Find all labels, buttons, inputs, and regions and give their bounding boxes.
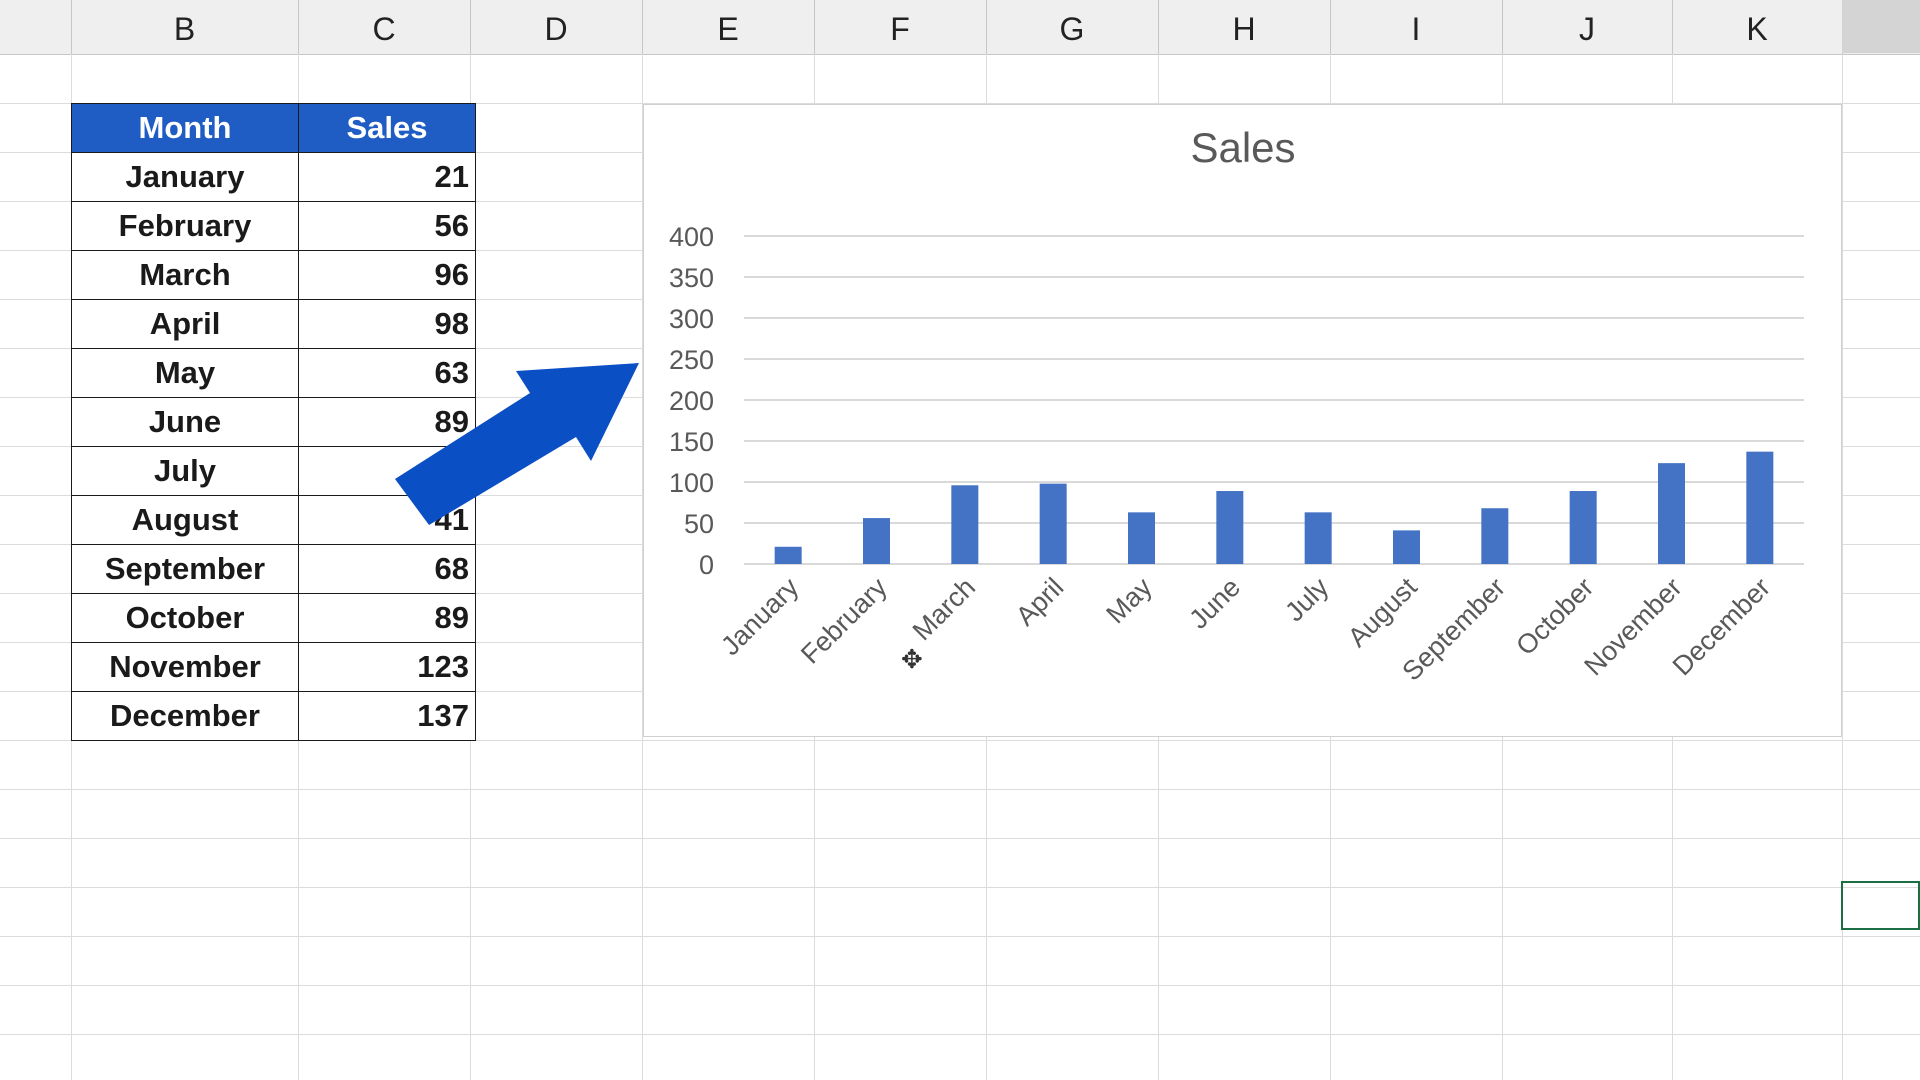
bar-november	[1658, 463, 1685, 564]
column-header-bar: BCDEFGHIJK	[0, 0, 1920, 55]
sales-cell[interactable]: 96	[299, 251, 476, 300]
x-tick-label: February	[795, 572, 893, 670]
y-tick-label: 200	[669, 386, 714, 416]
sales-cell[interactable]: 68	[299, 545, 476, 594]
month-cell[interactable]: January	[72, 153, 299, 202]
y-tick-label: 50	[684, 509, 714, 539]
grid-line-horizontal	[0, 985, 1920, 986]
x-tick-label: December	[1667, 572, 1776, 681]
table-row: September68	[72, 545, 476, 594]
table-row: April98	[72, 300, 476, 349]
month-cell[interactable]: May	[72, 349, 299, 398]
column-header-f[interactable]: F	[814, 0, 986, 54]
column-header-j[interactable]: J	[1502, 0, 1672, 54]
month-cell[interactable]: November	[72, 643, 299, 692]
bar-december	[1746, 452, 1773, 564]
column-header-g[interactable]: G	[986, 0, 1158, 54]
x-tick-label: May	[1100, 572, 1158, 630]
bar-february	[863, 518, 890, 564]
bar-july	[1305, 512, 1332, 564]
sales-cell[interactable]: 137	[299, 692, 476, 741]
month-cell[interactable]: April	[72, 300, 299, 349]
x-tick-label: June	[1183, 572, 1246, 635]
x-tick-label: July	[1279, 572, 1335, 628]
sales-cell[interactable]: 98	[299, 300, 476, 349]
column-header-selected[interactable]	[1842, 0, 1920, 53]
y-tick-label: 400	[669, 222, 714, 252]
sales-cell[interactable]: 89	[299, 594, 476, 643]
column-header-i[interactable]: I	[1330, 0, 1502, 54]
x-tick-label: March	[907, 572, 981, 646]
x-tick-label: April	[1010, 572, 1069, 631]
y-tick-label: 350	[669, 263, 714, 293]
table-header-row: Month Sales	[72, 104, 476, 153]
sales-cell[interactable]: 21	[299, 153, 476, 202]
bar-june	[1216, 491, 1243, 564]
month-cell[interactable]: July	[72, 447, 299, 496]
bar-may	[1128, 512, 1155, 564]
y-tick-label: 150	[669, 427, 714, 457]
y-tick-label: 0	[699, 550, 714, 580]
sales-chart[interactable]: Sales 0 50 100 150 200 250 300 350 400 JanuaryFebr…	[643, 104, 1842, 737]
month-header[interactable]: Month	[72, 104, 299, 153]
month-cell[interactable]: June	[72, 398, 299, 447]
table-row: December137	[72, 692, 476, 741]
bar-march	[951, 485, 978, 564]
y-tick-label: 250	[669, 345, 714, 375]
bar-january	[775, 547, 802, 564]
month-cell[interactable]: February	[72, 202, 299, 251]
arrow-up-right-icon	[395, 355, 645, 525]
month-cell[interactable]: October	[72, 594, 299, 643]
grid-line-horizontal	[0, 887, 1920, 888]
column-header-c[interactable]: C	[298, 0, 470, 54]
x-tick-label: January	[715, 572, 804, 661]
table-row: November123	[72, 643, 476, 692]
chart-canvas: Sales 0 50 100 150 200 250 300 350 400 JanuaryFebr…	[644, 105, 1843, 738]
grid-line-horizontal	[0, 789, 1920, 790]
table-row: March96	[72, 251, 476, 300]
column-header-h[interactable]: H	[1158, 0, 1330, 54]
column-header-d[interactable]: D	[470, 0, 642, 54]
grid-line-horizontal	[0, 838, 1920, 839]
active-cell-selection[interactable]	[1841, 881, 1920, 930]
move-cursor-icon: ✥	[901, 645, 923, 675]
sales-cell[interactable]: 123	[299, 643, 476, 692]
x-tick-label: October	[1510, 572, 1599, 661]
table-row: October89	[72, 594, 476, 643]
y-tick-label: 100	[669, 468, 714, 498]
y-tick-label: 300	[669, 304, 714, 334]
bar-august	[1393, 530, 1420, 564]
bar-october	[1570, 491, 1597, 564]
column-header-k[interactable]: K	[1672, 0, 1842, 54]
grid-line-horizontal	[0, 936, 1920, 937]
column-header-e[interactable]: E	[642, 0, 814, 54]
x-tick-label: August	[1342, 572, 1423, 653]
column-header-b[interactable]: B	[71, 0, 298, 54]
chart-title: Sales	[1190, 124, 1295, 171]
sales-cell[interactable]: 56	[299, 202, 476, 251]
month-cell[interactable]: December	[72, 692, 299, 741]
spreadsheet: BCDEFGHIJK Month Sales January21February…	[0, 0, 1920, 1080]
grid-line-horizontal	[0, 1034, 1920, 1035]
table-row: February56	[72, 202, 476, 251]
table-row: January21	[72, 153, 476, 202]
month-cell[interactable]: August	[72, 496, 299, 545]
month-cell[interactable]: March	[72, 251, 299, 300]
sales-header[interactable]: Sales	[299, 104, 476, 153]
month-cell[interactable]: September	[72, 545, 299, 594]
bar-september	[1481, 508, 1508, 564]
bar-april	[1040, 484, 1067, 564]
